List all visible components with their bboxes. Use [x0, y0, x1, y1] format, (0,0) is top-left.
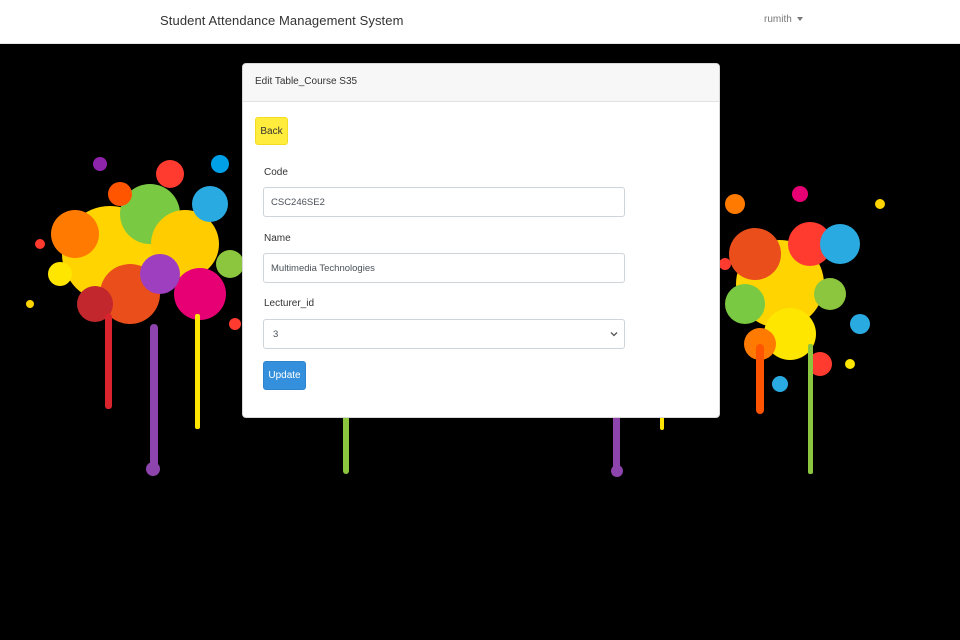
user-name: rumith: [764, 14, 792, 25]
name-input[interactable]: [263, 253, 625, 283]
card-header: Edit Table_Course S35: [243, 64, 719, 102]
lecturer-id-label: Lecturer_id: [264, 298, 315, 309]
card-title: Edit Table_Course S35: [255, 76, 358, 87]
code-input[interactable]: [263, 187, 625, 217]
edit-course-card: Edit Table_Course S35 Back Code Name Lec…: [242, 63, 720, 418]
update-button[interactable]: Update: [263, 361, 306, 390]
back-button[interactable]: Back: [255, 117, 288, 145]
user-menu[interactable]: rumith: [764, 14, 803, 25]
select-chevron-icon: [610, 332, 618, 337]
lecturer-id-select[interactable]: 3: [263, 319, 625, 349]
top-navbar: Student Attendance Management System rum…: [0, 0, 960, 44]
caret-down-icon: [796, 17, 803, 22]
name-label: Name: [264, 233, 291, 244]
lecturer-id-selected-value: 3: [273, 329, 279, 340]
code-label: Code: [264, 167, 288, 178]
app-brand[interactable]: Student Attendance Management System: [160, 13, 404, 28]
